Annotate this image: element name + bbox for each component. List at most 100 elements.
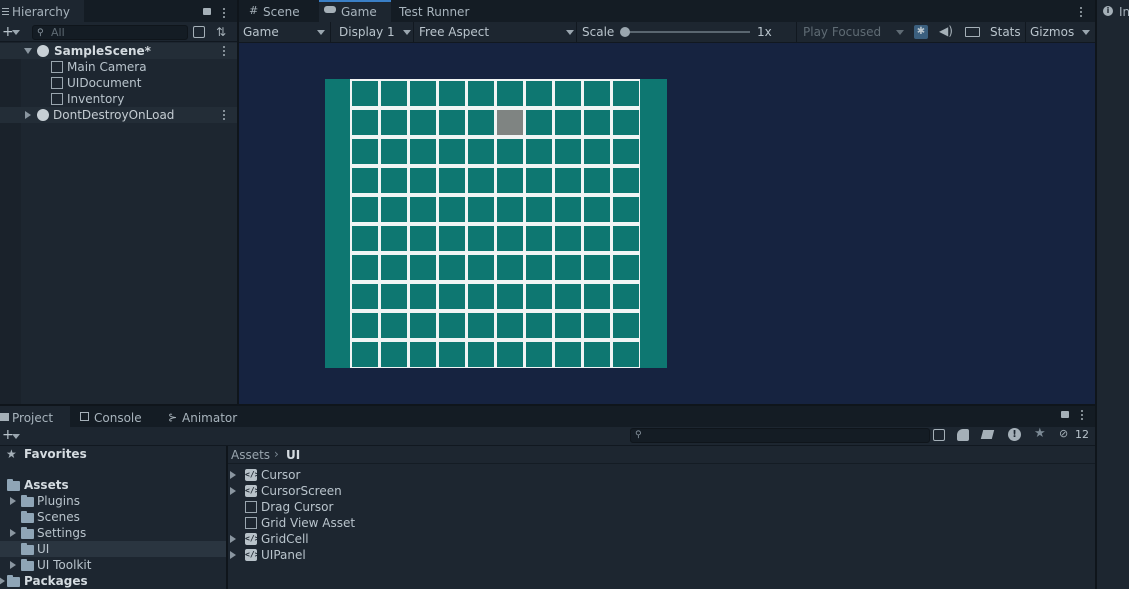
inventory-grid-cell[interactable] (555, 139, 581, 164)
inventory-grid-cell[interactable] (352, 81, 378, 106)
hierarchy-item-inventory[interactable]: Inventory (0, 91, 237, 107)
inventory-grid-cell[interactable] (497, 284, 523, 309)
search-scene-icon[interactable] (933, 429, 945, 441)
inventory-grid-cell[interactable] (410, 139, 436, 164)
inventory-grid-cell[interactable] (381, 284, 407, 309)
inventory-grid-cell[interactable] (352, 313, 378, 338)
inventory-grid-cell[interactable] (613, 342, 639, 367)
inventory-grid-cell[interactable] (555, 255, 581, 280)
project-folder-assets[interactable]: Assets (0, 477, 226, 493)
inventory-grid-cell[interactable] (352, 255, 378, 280)
inventory-grid-cell[interactable] (439, 110, 465, 135)
tab-project[interactable]: Project (0, 406, 70, 428)
play-focused-dropdown[interactable]: Play Focused (796, 22, 908, 42)
inventory-grid-cell[interactable] (439, 342, 465, 367)
inventory-grid-cell[interactable] (352, 226, 378, 251)
inventory-grid-cell[interactable] (584, 313, 610, 338)
inventory-grid-cell[interactable] (381, 226, 407, 251)
project-folder-ui-toolkit[interactable]: UI Toolkit (0, 557, 226, 573)
breadcrumb-assets[interactable]: Assets (231, 448, 270, 462)
inventory-grid-cell[interactable] (555, 81, 581, 106)
inventory-grid-cell[interactable] (468, 313, 494, 338)
inventory-grid-cell[interactable] (584, 168, 610, 193)
inventory-grid-cell[interactable] (526, 168, 552, 193)
inventory-grid-cell[interactable] (439, 226, 465, 251)
inventory-grid-cell[interactable] (526, 81, 552, 106)
inventory-grid-cell[interactable] (410, 342, 436, 367)
inventory-grid-cell[interactable] (352, 139, 378, 164)
inventory-grid-cell[interactable] (613, 313, 639, 338)
inventory-grid-cell[interactable] (497, 313, 523, 338)
inventory-grid-cell[interactable] (584, 226, 610, 251)
expand-arrow-icon[interactable] (10, 497, 16, 505)
inventory-grid-cell[interactable] (381, 197, 407, 222)
game-mode-dropdown[interactable]: Game (239, 22, 331, 42)
lock-icon[interactable] (1061, 411, 1069, 418)
scene-row-samplescene[interactable]: SampleScene* (0, 43, 237, 59)
project-folder-scenes[interactable]: Scenes (0, 509, 226, 525)
inventory-grid-cell[interactable] (555, 110, 581, 135)
inventory-grid-cell[interactable] (410, 110, 436, 135)
scene-menu-icon[interactable] (223, 110, 225, 120)
inventory-grid-cell[interactable] (381, 255, 407, 280)
inventory-grid-cell[interactable] (410, 81, 436, 106)
inventory-grid-cell[interactable] (439, 139, 465, 164)
inventory-grid-cell[interactable] (526, 313, 552, 338)
hierarchy-item-uidocument[interactable]: UIDocument (0, 75, 237, 91)
inventory-grid-cell[interactable] (555, 342, 581, 367)
inventory-grid-cell[interactable] (352, 284, 378, 309)
inventory-grid-cell[interactable] (497, 255, 523, 280)
sort-icon[interactable]: ⇅ (216, 25, 226, 39)
inventory-grid-cell[interactable] (497, 139, 523, 164)
inventory-grid-cell[interactable] (555, 313, 581, 338)
inventory-grid-cell[interactable] (468, 255, 494, 280)
tab-console[interactable]: Console (78, 406, 158, 428)
tab-inspector[interactable]: i In (1097, 0, 1129, 22)
inventory-grid-cell[interactable] (439, 255, 465, 280)
inventory-grid-cell[interactable] (468, 81, 494, 106)
inventory-grid-cell[interactable] (497, 197, 523, 222)
warning-icon[interactable]: ! (1008, 428, 1021, 441)
add-dropdown-arrow-icon[interactable] (12, 434, 20, 439)
lock-icon[interactable] (203, 8, 211, 15)
inventory-grid-cell[interactable] (613, 197, 639, 222)
inventory-grid-cell[interactable] (526, 139, 552, 164)
inventory-grid-cell[interactable] (352, 110, 378, 135)
project-folder-settings[interactable]: Settings (0, 525, 226, 541)
inventory-grid-cell[interactable] (584, 139, 610, 164)
inventory-grid-cell[interactable] (526, 197, 552, 222)
inventory-grid-cell[interactable] (410, 313, 436, 338)
expand-arrow-icon[interactable] (230, 487, 236, 495)
inventory-grid-cell[interactable] (584, 342, 610, 367)
inventory-grid-cell[interactable] (497, 226, 523, 251)
inventory-grid-cell[interactable] (555, 226, 581, 251)
keyboard-icon[interactable] (965, 27, 980, 37)
inventory-grid-cell[interactable] (613, 226, 639, 251)
hierarchy-search-input[interactable]: ⚲ All (32, 25, 188, 40)
inventory-grid-cell[interactable] (468, 139, 494, 164)
tab-test-runner[interactable]: Test Runner (399, 0, 479, 22)
scene-row-dontdestroyonload[interactable]: DontDestroyOnLoad (0, 107, 237, 123)
gizmos-dropdown[interactable]: Gizmos (1025, 22, 1095, 42)
inventory-grid-cell[interactable] (526, 110, 552, 135)
inventory-grid-cell[interactable] (352, 197, 378, 222)
tab-scene[interactable]: # Scene (245, 0, 315, 22)
favorites-row[interactable]: ★ Favorites (0, 446, 226, 462)
breadcrumb-ui[interactable]: UI (286, 448, 300, 462)
inventory-grid-cell[interactable] (497, 81, 523, 106)
search-scene-icon[interactable] (193, 26, 205, 38)
display-dropdown[interactable]: Display 1 (332, 22, 414, 42)
inventory-grid-cell[interactable] (439, 284, 465, 309)
tab-animator[interactable]: ⊱ Animator (166, 406, 246, 428)
inventory-grid-cell[interactable] (468, 168, 494, 193)
project-menu-icon[interactable] (1081, 410, 1083, 420)
inventory-grid-cell[interactable] (381, 168, 407, 193)
project-folder-packages[interactable]: Packages (0, 573, 226, 589)
inventory-grid-cell[interactable] (613, 81, 639, 106)
project-file-uipanel[interactable]: </> UIPanel (228, 547, 528, 563)
inventory-grid-cell[interactable] (381, 81, 407, 106)
inventory-grid-cell[interactable] (381, 313, 407, 338)
inventory-grid-cell[interactable] (526, 226, 552, 251)
project-search-input[interactable]: ⚲ (630, 428, 930, 443)
expand-arrow-icon[interactable] (24, 48, 32, 54)
